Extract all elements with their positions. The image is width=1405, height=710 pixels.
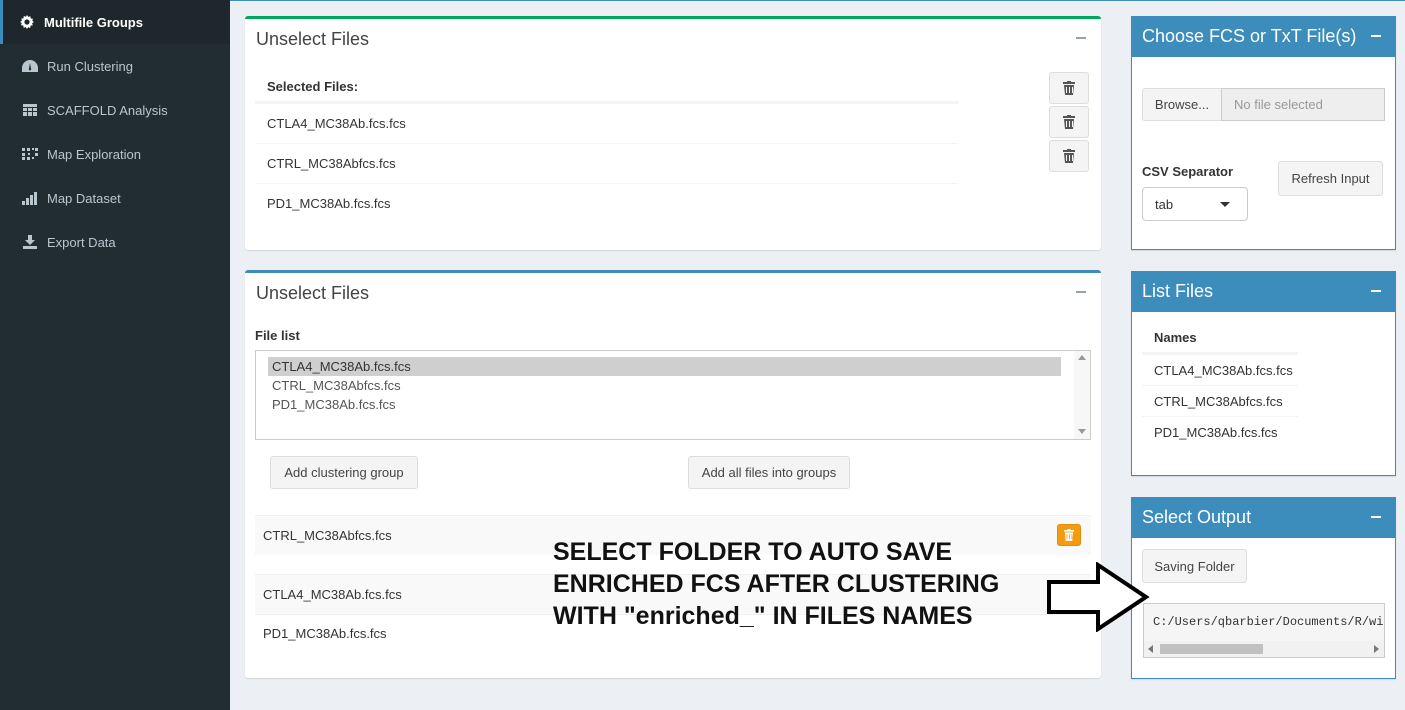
file-name: CTLA4_MC38Ab.fcs.fcs — [267, 116, 406, 131]
dots-grid-icon — [21, 146, 39, 162]
signal-bars-icon — [21, 190, 39, 206]
annotation-line: SELECT FOLDER TO AUTO SAVE — [553, 538, 953, 566]
scroll-left-icon[interactable] — [1148, 645, 1153, 653]
file-name: PD1_MC38Ab.fcs.fcs — [267, 196, 391, 211]
sidebar-item-label: Export Data — [47, 234, 116, 250]
file-list-select[interactable]: CTLA4_MC38Ab.fcs.fcs CTRL_MC38Abfcs.fcs … — [255, 350, 1091, 440]
output-path-text: C:/Users/qbarbier/Documents/R/win — [1153, 615, 1385, 629]
sidebar-item-label: Map Dataset — [47, 190, 121, 206]
horizontal-scrollbar[interactable] — [1144, 641, 1384, 657]
choose-files-box: Choose FCS or TxT File(s) Browse... No f… — [1131, 16, 1396, 250]
top-border — [230, 0, 1405, 1]
unselect-file-button[interactable] — [1049, 106, 1089, 138]
minus-icon — [1076, 291, 1086, 293]
add-all-files-button[interactable]: Add all files into groups — [688, 456, 850, 489]
box-header: Choose FCS or TxT File(s) — [1132, 17, 1395, 57]
file-name: CTRL_MC38Abfcs.fcs — [267, 156, 396, 171]
csv-separator-select[interactable]: tab — [1142, 187, 1248, 221]
trash-icon — [1064, 529, 1074, 541]
table-icon — [21, 102, 39, 118]
box-header: Select Output — [1132, 498, 1395, 538]
output-path-display: C:/Users/qbarbier/Documents/R/win — [1143, 603, 1385, 658]
dashboard-icon — [21, 58, 39, 74]
download-icon — [21, 234, 39, 250]
file-path-field[interactable]: No file selected — [1221, 88, 1385, 121]
browse-button[interactable]: Browse... — [1142, 88, 1222, 121]
arrow-right-icon — [1047, 562, 1150, 632]
names-header: Names — [1154, 330, 1197, 345]
trash-icon — [1063, 81, 1075, 95]
table-row: CTLA4_MC38Ab.fcs.fcs — [255, 103, 958, 143]
table-row: PD1_MC38Ab.fcs.fcs — [1142, 416, 1298, 447]
unselect-file-button[interactable] — [1049, 140, 1089, 172]
refresh-input-button[interactable]: Refresh Input — [1278, 161, 1383, 196]
scroll-down-icon[interactable] — [1078, 429, 1086, 434]
csv-separator-value: tab — [1155, 197, 1174, 212]
scroll-thumb[interactable] — [1160, 644, 1263, 654]
sidebar-item-run-clustering[interactable]: Run Clustering — [0, 44, 230, 88]
collapse-button[interactable] — [1371, 290, 1381, 292]
caret-down-icon — [1220, 202, 1230, 207]
trash-icon — [1063, 149, 1075, 163]
group-file-name: PD1_MC38Ab.fcs.fcs — [263, 626, 387, 641]
file-option[interactable]: CTRL_MC38Abfcs.fcs — [268, 376, 1061, 395]
file-option[interactable]: CTLA4_MC38Ab.fcs.fcs — [268, 357, 1061, 376]
sidebar-item-label: Run Clustering — [47, 58, 133, 74]
table-row: CTRL_MC38Abfcs.fcs — [1142, 385, 1298, 416]
box-title: Select Output — [1142, 507, 1252, 527]
unselect-files-box-1: Unselect Files Selected Files: CTLA4_MC3… — [245, 16, 1101, 250]
scrollbar[interactable] — [1074, 351, 1090, 439]
group-file-name: CTRL_MC38Abfcs.fcs — [263, 528, 392, 543]
group-file-name: CTLA4_MC38Ab.fcs.fcs — [263, 587, 402, 602]
unselect-file-button[interactable] — [1049, 72, 1089, 104]
scroll-right-icon[interactable] — [1374, 645, 1379, 653]
collapse-button[interactable] — [1075, 285, 1087, 299]
list-files-box: List Files Names CTLA4_MC38Ab.fcs.fcs CT… — [1131, 271, 1396, 476]
sidebar-item-scaffold-analysis[interactable]: SCAFFOLD Analysis — [0, 88, 230, 132]
delete-group-button[interactable] — [1057, 524, 1081, 546]
sidebar-item-map-dataset[interactable]: Map Dataset — [0, 176, 230, 220]
table-row: CTLA4_MC38Ab.fcs.fcs — [1142, 354, 1298, 385]
file-option[interactable]: PD1_MC38Ab.fcs.fcs — [268, 395, 1061, 414]
sidebar-item-export-data[interactable]: Export Data — [0, 220, 230, 264]
add-clustering-group-button[interactable]: Add clustering group — [270, 456, 418, 489]
sidebar-item-multifile-groups[interactable]: Multifile Groups — [0, 0, 230, 44]
minus-icon — [1076, 37, 1086, 39]
gear-icon — [18, 14, 36, 30]
file-list-label: File list — [255, 328, 300, 343]
sidebar: Multifile Groups Run Clustering SCAFFOLD… — [0, 0, 230, 710]
selected-files-header: Selected Files: — [267, 79, 359, 94]
box-title: List Files — [1142, 281, 1214, 301]
sidebar-item-label: Map Exploration — [47, 146, 141, 162]
trash-icon — [1063, 115, 1075, 129]
annotation-text: SELECT FOLDER TO AUTO SAVE ENRICHED FCS … — [553, 536, 999, 632]
box-header: List Files — [1132, 272, 1395, 312]
annotation-line: ENRICHED FCS AFTER CLUSTERING — [553, 570, 1000, 598]
box-title: Choose FCS or TxT File(s) — [1142, 26, 1357, 46]
box-title: Unselect Files — [256, 29, 370, 49]
table-row: CTRL_MC38Abfcs.fcs — [255, 143, 958, 183]
table-row: PD1_MC38Ab.fcs.fcs — [255, 183, 958, 223]
sidebar-item-map-exploration[interactable]: Map Exploration — [0, 132, 230, 176]
scroll-up-icon[interactable] — [1078, 355, 1086, 360]
csv-separator-label: CSV Separator — [1142, 164, 1234, 179]
collapse-button[interactable] — [1371, 35, 1381, 37]
collapse-button[interactable] — [1075, 31, 1087, 45]
box-title: Unselect Files — [256, 283, 370, 303]
sidebar-item-label: Multifile Groups — [44, 14, 143, 30]
collapse-button[interactable] — [1371, 516, 1381, 518]
annotation-line: WITH "enriched_" IN FILES NAMES — [553, 602, 973, 630]
sidebar-item-label: SCAFFOLD Analysis — [47, 102, 168, 118]
saving-folder-button[interactable]: Saving Folder — [1142, 549, 1247, 583]
